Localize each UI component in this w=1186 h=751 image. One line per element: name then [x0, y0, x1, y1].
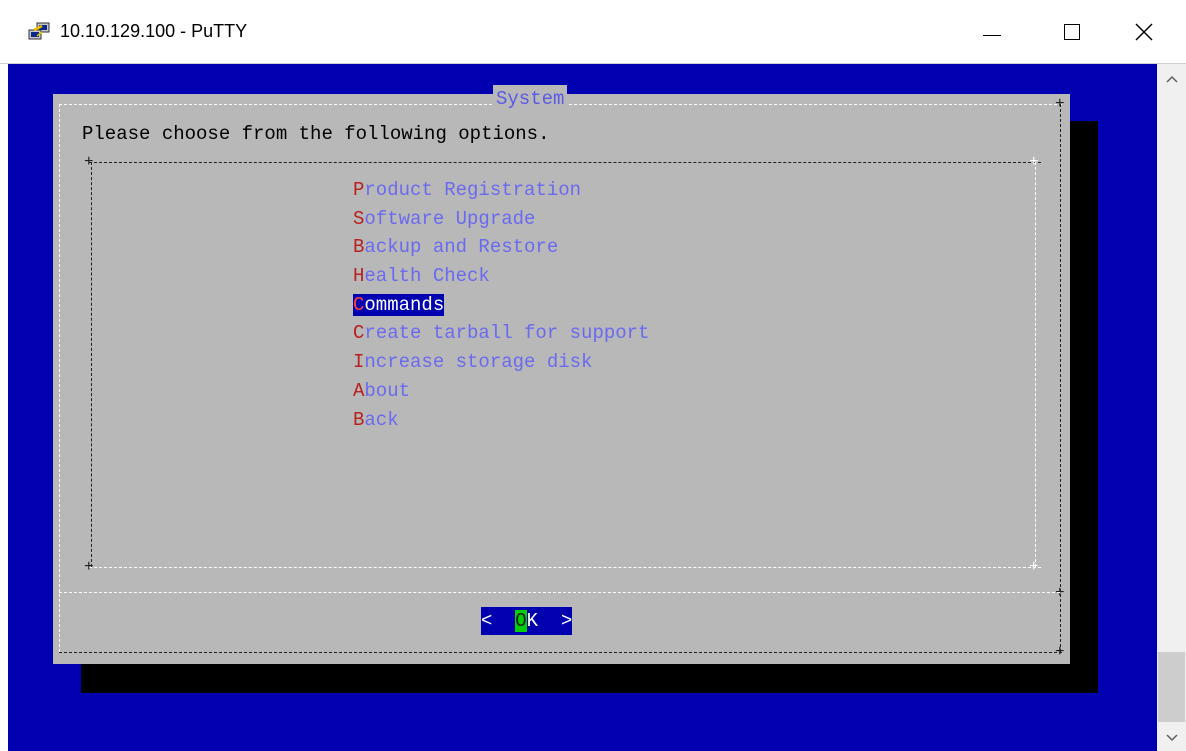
button-separator [59, 592, 1060, 593]
menu-item-label: bout [364, 379, 411, 402]
dialog-border-left [59, 104, 60, 652]
ok-hotkey-letter: O [515, 610, 527, 632]
hotkey-letter: P [353, 179, 365, 201]
listbox-border-top [89, 162, 1041, 163]
corner-br: + [1055, 643, 1065, 661]
minimize-button[interactable] [960, 0, 1024, 64]
listbox-corner-tl: + [84, 153, 94, 171]
hotkey-letter: C [353, 322, 365, 345]
menu-item-about[interactable]: About [353, 377, 649, 406]
menu-item-label: ack [364, 408, 399, 431]
hotkey-letter: A [353, 379, 365, 402]
dialog-border-right [1060, 104, 1061, 652]
menu-item-product-registration[interactable]: Product Registration [353, 176, 649, 205]
menu-item-label: roduct Registration [364, 179, 582, 201]
dialog-border-bottom [59, 652, 1062, 653]
maximize-icon [1064, 24, 1080, 40]
dialog-shadow-right [1070, 121, 1098, 693]
dialog-title: System [493, 85, 568, 113]
menu-item-label: ackup and Restore [364, 236, 559, 259]
listbox-corner-bl: + [84, 558, 94, 576]
listbox-border-right [1035, 162, 1036, 567]
close-button[interactable] [1112, 0, 1176, 64]
corner-mr: + [1055, 584, 1065, 602]
options-menu: Product Registration Software Upgrade Ba… [353, 176, 649, 434]
menu-item-increase-storage[interactable]: Increase storage disk [353, 348, 649, 377]
hotkey-letter: I [353, 351, 365, 374]
hotkey-letter: B [353, 408, 365, 431]
chevron-up-icon [1165, 75, 1178, 83]
chevron-down-icon [1165, 734, 1178, 742]
listbox-corner-br: + [1029, 558, 1039, 576]
hotkey-letter: C [353, 293, 365, 316]
vertical-scrollbar[interactable] [1157, 64, 1186, 751]
menu-item-health-check[interactable]: Health Check [353, 262, 649, 291]
corner-tr: + [1055, 95, 1065, 113]
dialog-prompt: Please choose from the following options… [82, 123, 550, 145]
ok-button[interactable]: < OK > [481, 607, 573, 635]
hotkey-letter: S [353, 207, 365, 230]
system-dialog: + + + System Please choose from the foll… [53, 85, 1070, 664]
terminal-screen[interactable]: + + + System Please choose from the foll… [8, 64, 1157, 751]
listbox-corner-tr: + [1029, 153, 1039, 171]
putty-terminal-icon [28, 22, 50, 40]
maximize-button[interactable] [1040, 0, 1104, 64]
close-icon [1135, 23, 1153, 41]
menu-item-commands[interactable]: Commands [353, 291, 649, 320]
scrollbar-thumb[interactable] [1158, 652, 1185, 722]
menu-item-label: oftware Upgrade [364, 207, 536, 230]
window-titlebar[interactable]: 10.10.129.100 - PuTTY [0, 0, 1186, 64]
menu-item-create-tarball[interactable]: Create tarball for support [353, 319, 649, 348]
window-title: 10.10.129.100 - PuTTY [60, 21, 248, 41]
listbox-border-left [91, 162, 92, 567]
listbox-border-bottom [89, 567, 1041, 568]
menu-item-software-upgrade[interactable]: Software Upgrade [353, 205, 649, 234]
menu-item-label: ncrease storage disk [364, 351, 593, 374]
hotkey-letter: H [353, 265, 365, 288]
ok-bracket-left: < [481, 610, 516, 632]
menu-item-backup-and-restore[interactable]: Backup and Restore [353, 233, 649, 262]
scroll-up-button[interactable] [1157, 66, 1186, 92]
ok-label-rest: K > [526, 610, 573, 632]
scroll-down-button[interactable] [1157, 725, 1186, 751]
dialog-shadow-bottom [81, 664, 1098, 693]
hotkey-letter: B [353, 236, 365, 259]
menu-item-label: ealth Check [364, 265, 490, 288]
menu-item-back[interactable]: Back [353, 406, 649, 435]
minimize-icon [983, 34, 1001, 36]
menu-item-label: reate tarball for support [364, 322, 650, 345]
menu-item-label: ommands [364, 293, 445, 316]
